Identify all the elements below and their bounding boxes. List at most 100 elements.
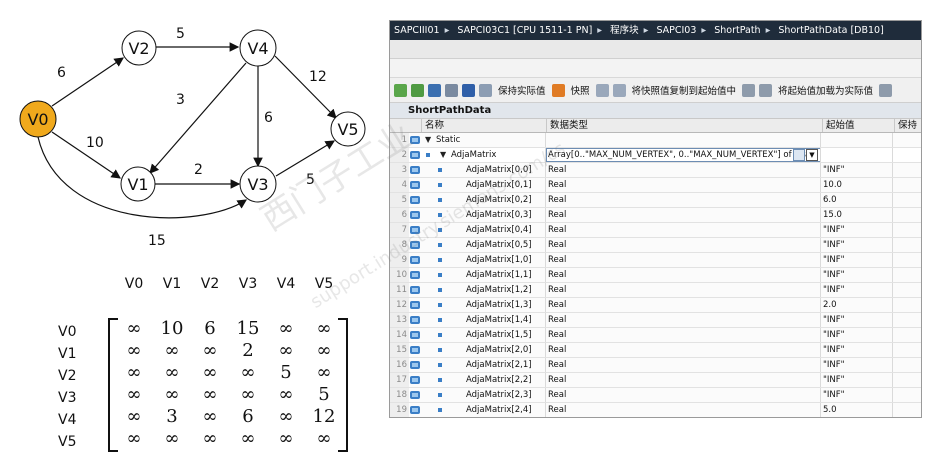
- row-start-value[interactable]: 15.0: [823, 208, 842, 222]
- tia-db-editor: SAPCIII01 ▸ SAPCI03C1 [CPU 1511-1 PN] ▸ 程序…: [389, 20, 922, 418]
- db-row[interactable]: 5 AdjaMatrix[0,2] Real 6.0: [390, 193, 921, 208]
- snapshot-icon[interactable]: [551, 83, 565, 97]
- row-start-value[interactable]: 5.0: [823, 403, 837, 417]
- copy-snapshot-to-start-button[interactable]: 将快照值复制到起始值中: [628, 83, 741, 97]
- breadcrumb-item[interactable]: SAPCI03: [656, 21, 696, 40]
- load-start-all-icon[interactable]: [759, 83, 773, 97]
- column-divider: [892, 253, 893, 267]
- db-row[interactable]: 2 ▼ AdjaMatrix Array[0.."MAX_NUM_VERTEX", 0…: [390, 148, 921, 163]
- row-start-value[interactable]: "INF": [823, 253, 845, 267]
- expand-toggle-icon[interactable]: ▼: [425, 133, 431, 147]
- tag-icon: [410, 181, 420, 189]
- more-tools-icon[interactable]: [879, 83, 893, 97]
- db-row[interactable]: 16 AdjaMatrix[2,1] Real "INF": [390, 358, 921, 373]
- load-start-icon[interactable]: [742, 83, 756, 97]
- db-row[interactable]: 1 ▼ Static: [390, 133, 921, 148]
- db-row[interactable]: 4 AdjaMatrix[0,1] Real 10.0: [390, 178, 921, 193]
- row-bullet-icon: [438, 318, 442, 322]
- column-divider: [820, 358, 821, 372]
- column-header-start-value[interactable]: 起始值: [822, 119, 896, 132]
- db-row[interactable]: 9 AdjaMatrix[1,0] Real "INF": [390, 253, 921, 268]
- row-datatype[interactable]: Array[0.."MAX_NUM_VERTEX", 0.."MAX_NUM_V…: [548, 148, 813, 162]
- db-row[interactable]: 13 AdjaMatrix[1,4] Real "INF": [390, 313, 921, 328]
- row-bullet-icon: [438, 213, 442, 217]
- db-row[interactable]: 3 AdjaMatrix[0,0] Real "INF": [390, 163, 921, 178]
- collapse-all-icon[interactable]: [445, 83, 458, 97]
- node-label-v5: V5: [337, 120, 358, 139]
- db-rows: 1 ▼ Static 2 ▼ AdjaMatrix Array[0.."MAX_NUM_VE…: [390, 133, 921, 417]
- db-row[interactable]: 17 AdjaMatrix[2,2] Real "INF": [390, 373, 921, 388]
- column-divider: [545, 238, 546, 252]
- copy-snapshot-all-icon[interactable]: [612, 83, 626, 97]
- db-row[interactable]: 10 AdjaMatrix[1,1] Real "INF": [390, 268, 921, 283]
- row-start-value[interactable]: "INF": [823, 223, 845, 237]
- matrix-cell: 5: [318, 384, 330, 405]
- datatype-dropdown-icon[interactable]: ▼: [806, 149, 818, 161]
- row-datatype: Real: [548, 165, 567, 175]
- column-divider: [820, 313, 821, 327]
- column-header-datatype[interactable]: 数据类型: [546, 119, 822, 132]
- row-start-value[interactable]: 6.0: [823, 193, 837, 207]
- db-row[interactable]: 18 AdjaMatrix[2,3] Real "INF": [390, 388, 921, 403]
- row-start-value[interactable]: "INF": [823, 373, 845, 387]
- db-row[interactable]: 6 AdjaMatrix[0,3] Real 15.0: [390, 208, 921, 223]
- row-start-value[interactable]: 10.0: [823, 178, 842, 192]
- row-name: AdjaMatrix[2,1]: [466, 360, 532, 370]
- row-start-value[interactable]: 2.0: [823, 298, 837, 312]
- db-row[interactable]: 11 AdjaMatrix[1,2] Real "INF": [390, 283, 921, 298]
- db-row[interactable]: 12 AdjaMatrix[1,3] Real 2.0: [390, 298, 921, 313]
- breadcrumb-item[interactable]: ShortPath: [714, 21, 760, 40]
- column-divider: [892, 178, 893, 192]
- node-label-v4: V4: [247, 39, 268, 58]
- row-start-value[interactable]: "INF": [823, 343, 845, 357]
- datatype-browse-icon[interactable]: [793, 149, 805, 161]
- expand-toggle-icon[interactable]: ▼: [440, 148, 446, 162]
- row-start-value[interactable]: "INF": [823, 163, 845, 177]
- row-datatype: Real: [548, 300, 567, 310]
- row-bullet-icon: [438, 408, 442, 412]
- db-row[interactable]: 15 AdjaMatrix[2,0] Real "INF": [390, 343, 921, 358]
- keep-actual-values-button[interactable]: 保持实际值: [494, 83, 550, 97]
- column-divider: [892, 163, 893, 177]
- list-view-icon[interactable]: [462, 83, 475, 97]
- graph-svg: 6 5 3 6 12 10 2 5 15 V0 V1 V2 V3 V4 V5: [19, 26, 366, 249]
- column-header-name[interactable]: 名称: [421, 119, 549, 132]
- column-divider: [820, 388, 821, 402]
- column-divider: [545, 388, 546, 402]
- row-datatype: Real: [548, 405, 567, 415]
- row-number: 16: [390, 358, 409, 372]
- row-start-value[interactable]: "INF": [823, 238, 845, 252]
- column-divider: [892, 208, 893, 222]
- breadcrumb-item[interactable]: SAPCI03C1 [CPU 1511-1 PN]: [457, 21, 592, 40]
- row-start-value[interactable]: "INF": [823, 283, 845, 297]
- edge-weight-v3-v5: 5: [306, 172, 315, 188]
- row-start-value[interactable]: "INF": [823, 268, 845, 282]
- matrix-cell: 3: [166, 406, 178, 427]
- copy-snapshot-icon[interactable]: [595, 83, 609, 97]
- load-start-as-actual-button[interactable]: 将起始值加载为实际值: [774, 83, 877, 97]
- breadcrumb-item[interactable]: ShortPathData [DB10]: [778, 21, 883, 40]
- db-row[interactable]: 14 AdjaMatrix[1,5] Real "INF": [390, 328, 921, 343]
- db-row[interactable]: 8 AdjaMatrix[0,5] Real "INF": [390, 238, 921, 253]
- row-number: 5: [390, 193, 409, 207]
- monitor-icon[interactable]: [479, 83, 492, 97]
- column-divider: [892, 268, 893, 282]
- breadcrumb-item[interactable]: 程序块: [610, 21, 639, 40]
- column-header-retain[interactable]: 保持: [894, 119, 921, 132]
- row-start-value[interactable]: "INF": [823, 313, 845, 327]
- column-divider: [545, 178, 546, 192]
- row-name: AdjaMatrix[0,0]: [466, 165, 532, 175]
- breadcrumb-item[interactable]: SAPCIII01: [394, 21, 440, 40]
- row-number: 6: [390, 208, 409, 222]
- snapshot-button[interactable]: 快照: [567, 83, 594, 97]
- db-row[interactable]: 19 AdjaMatrix[2,4] Real 5.0: [390, 403, 921, 417]
- row-start-value[interactable]: "INF": [823, 388, 845, 402]
- row-start-value[interactable]: "INF": [823, 358, 845, 372]
- expand-all-icon[interactable]: [428, 83, 441, 97]
- add-row-icon[interactable]: [411, 83, 424, 97]
- insert-row-icon[interactable]: [394, 83, 407, 97]
- matrix-cell: ∞: [240, 362, 256, 383]
- row-start-value[interactable]: "INF": [823, 328, 845, 342]
- column-divider: [820, 268, 821, 282]
- db-row[interactable]: 7 AdjaMatrix[0,4] Real "INF": [390, 223, 921, 238]
